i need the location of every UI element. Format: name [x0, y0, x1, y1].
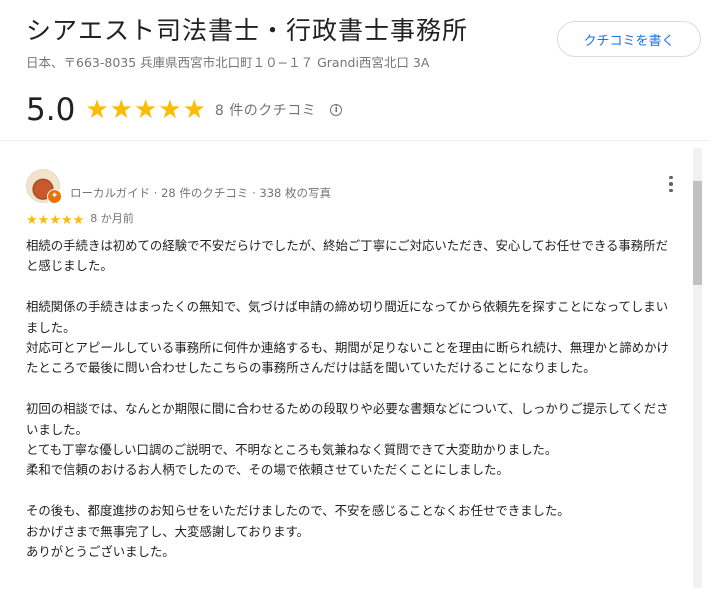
rating-stars: ★ ★ ★ ★ ★ — [85, 97, 207, 123]
review-date: 8 か月前 — [90, 212, 134, 225]
reviewer-meta: ローカルガイド · 28 件のクチコミ · 338 枚の写真 — [70, 186, 331, 200]
star-icon: ★ — [49, 212, 61, 228]
star-icon: ★ — [85, 95, 109, 125]
star-icon: ★ — [37, 212, 50, 228]
review-stars: ★★★★★ — [26, 209, 84, 228]
reviewer[interactable]: ✦ ローカルガイド · 28 件のクチコミ · 338 枚の写真 — [26, 168, 676, 204]
place-title: シアエスト司法書士・行政書士事務所 — [26, 16, 469, 45]
write-review-button[interactable]: クチコミを書く — [557, 21, 701, 57]
scrollbar-thumb[interactable] — [693, 181, 702, 285]
star-icon: ★ — [182, 95, 206, 125]
divider — [0, 140, 709, 141]
star-icon: ★ — [109, 95, 133, 125]
star-icon: ★ — [60, 212, 73, 228]
local-guide-badge-icon: ✦ — [47, 189, 62, 204]
more-options-icon[interactable] — [666, 174, 676, 194]
star-icon: ★ — [133, 95, 158, 125]
place-address: 日本、〒663-8035 兵庫県西宮市北口町１０−１７ Grandi西宮北口 3… — [26, 55, 430, 70]
reviewer-name[interactable] — [70, 171, 331, 185]
review-card: ✦ ローカルガイド · 28 件のクチコミ · 338 枚の写真 ★★★★★ 8… — [26, 168, 676, 563]
rating-summary: 5.0 ★ ★ ★ ★ ★ 8 件のクチコミ i — [26, 92, 343, 128]
info-icon[interactable]: i — [330, 104, 343, 116]
review-text: 相続の手続きは初めての経験で不安だらけでしたが、終始ご丁寧にご対応いただき、安心… — [26, 238, 669, 560]
avatar[interactable]: ✦ — [26, 169, 62, 204]
place-header: シアエスト司法書士・行政書士事務所 日本、〒663-8035 兵庫県西宮市北口町… — [26, 14, 546, 71]
rating-value: 5.0 — [26, 92, 76, 128]
star-icon: ★ — [72, 212, 85, 228]
review-count[interactable]: 8 件のクチコミ — [215, 100, 316, 120]
scrollbar[interactable] — [693, 148, 702, 588]
star-icon: ★ — [158, 95, 182, 125]
star-icon: ★ — [26, 212, 38, 228]
